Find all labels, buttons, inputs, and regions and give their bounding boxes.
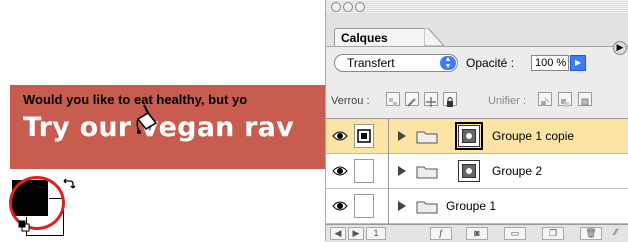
- layer-link-box[interactable]: [354, 194, 374, 218]
- lock-label: Verrou :: [331, 95, 370, 107]
- eye-icon[interactable]: [332, 130, 348, 142]
- layer-row-groupe-1-copie[interactable]: Groupe 1 copie: [326, 119, 628, 154]
- layer-name: Groupe 2: [492, 164, 543, 178]
- trash-icon[interactable]: 🗑: [580, 227, 602, 240]
- ad-banner: Would you like to eat healthy, but yo Tr…: [10, 85, 342, 169]
- swap-colors-icon[interactable]: [62, 177, 76, 191]
- palette-tab-row: Calques ▶: [326, 14, 628, 55]
- blend-mode-select[interactable]: Transfert ▲ ▼: [334, 54, 458, 72]
- folder-icon: [416, 201, 438, 214]
- unify-position-icon[interactable]: [538, 92, 552, 106]
- unify-style-icon[interactable]: [578, 92, 592, 106]
- folder-icon: [416, 166, 438, 179]
- resize-grip-icon[interactable]: ⁄⁄: [608, 227, 624, 240]
- eye-icon[interactable]: [332, 165, 348, 177]
- minimize-icon[interactable]: [343, 2, 353, 12]
- layer-link-box[interactable]: [354, 124, 374, 148]
- add-mask-icon[interactable]: ◙: [466, 227, 488, 240]
- lock-all-icon[interactable]: [443, 92, 457, 107]
- layer-mask-thumbnail[interactable]: [455, 122, 483, 150]
- paint-bucket-icon: [134, 103, 160, 141]
- palette-titlebar[interactable]: [326, 0, 628, 14]
- page-number: 1: [366, 227, 386, 240]
- layer-name: Groupe 1: [446, 199, 497, 213]
- folder-icon: [416, 131, 438, 144]
- layer-link-box[interactable]: [354, 159, 374, 183]
- prev-state-icon[interactable]: ◀: [330, 227, 346, 240]
- expand-triangle-icon[interactable]: [398, 201, 406, 211]
- tab-calques[interactable]: Calques: [334, 28, 426, 46]
- layer-row-groupe-1[interactable]: Groupe 1: [326, 189, 628, 224]
- add-style-icon[interactable]: ƒ: [430, 227, 452, 240]
- lock-transparency-icon[interactable]: [386, 92, 400, 106]
- tab-edge: [424, 28, 445, 46]
- blend-mode-value: Transfert: [347, 56, 395, 70]
- next-state-icon[interactable]: ▶: [348, 227, 364, 240]
- expand-triangle-icon[interactable]: [398, 131, 406, 141]
- palette-footer: ◀ ▶ 1 ƒ ◙ ▭ ❐ 🗑 ⁄⁄: [326, 224, 628, 242]
- new-layer-icon[interactable]: ❐: [542, 227, 564, 240]
- layers-list: Groupe 1 copie Groupe 2 Groupe 1: [326, 118, 628, 225]
- expand-triangle-icon[interactable]: [398, 166, 406, 176]
- opacity-input[interactable]: 100 %: [531, 55, 569, 71]
- default-colors-icon[interactable]: [18, 220, 30, 232]
- unify-visibility-icon[interactable]: [558, 92, 572, 107]
- layer-mask-thumbnail[interactable]: [458, 160, 480, 182]
- select-arrows-icon: ▲ ▼: [440, 56, 456, 70]
- layers-palette: Calques ▶ Transfert ▲ ▼ Opacité : 100 % ▶…: [325, 0, 628, 242]
- lock-brush-icon[interactable]: [405, 92, 419, 107]
- new-group-icon[interactable]: ▭: [504, 227, 526, 240]
- palette-menu-button[interactable]: ▶: [613, 41, 627, 55]
- layer-row-groupe-2[interactable]: Groupe 2: [326, 154, 628, 189]
- close-icon[interactable]: [331, 2, 341, 12]
- zoom-icon[interactable]: [355, 2, 365, 12]
- eye-icon[interactable]: [332, 200, 348, 212]
- lock-move-icon[interactable]: [424, 92, 438, 107]
- opacity-label: Opacité :: [466, 56, 515, 70]
- color-swatches: [6, 173, 86, 239]
- layer-name: Groupe 1 copie: [492, 129, 575, 143]
- unify-label: Unifier :: [488, 95, 526, 107]
- opacity-slider-button[interactable]: ▶: [570, 55, 586, 71]
